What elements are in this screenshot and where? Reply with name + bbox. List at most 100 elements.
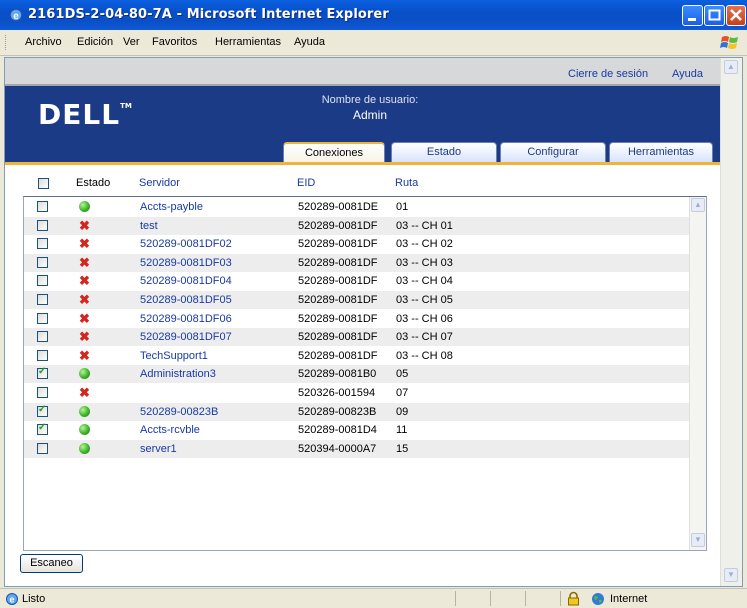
eid-cell: 520289-0081DF bbox=[298, 256, 378, 269]
username-value: Admin bbox=[352, 108, 387, 122]
menu-favoritos[interactable]: Favoritos bbox=[152, 36, 197, 48]
offline-status-icon: ✖ bbox=[79, 310, 90, 326]
eid-cell: 520289-0081DF bbox=[298, 238, 378, 251]
server-name-link[interactable]: 520289-0081DF05 bbox=[140, 294, 232, 306]
scroll-down-button[interactable]: ▼ bbox=[691, 533, 705, 547]
table-row[interactable]: ✖ test 520289-0081DF 03 -- CH 01 bbox=[24, 216, 689, 235]
row-checkbox[interactable] bbox=[37, 294, 48, 305]
row-checkbox[interactable] bbox=[37, 366, 48, 380]
route-cell: 05 bbox=[396, 368, 409, 381]
row-checkbox[interactable] bbox=[37, 404, 48, 417]
route-cell: 09 bbox=[396, 405, 409, 418]
row-checkbox[interactable] bbox=[37, 422, 48, 436]
status-text: Listo bbox=[22, 593, 46, 605]
tab-herramientas[interactable]: Herramientas bbox=[609, 142, 713, 162]
server-name-link[interactable]: test bbox=[140, 220, 158, 232]
status-separator bbox=[525, 591, 526, 606]
help-link[interactable]: Ayuda bbox=[672, 68, 703, 80]
eid-cell: 520289-0081DE bbox=[298, 201, 379, 213]
table-row[interactable]: 520289-00823B 520289-00823B 09 bbox=[24, 402, 689, 421]
route-cell: 01 bbox=[396, 201, 409, 213]
eid-cell: 520289-0081DF bbox=[298, 275, 378, 288]
logout-link[interactable]: Cierre de sesión bbox=[568, 68, 648, 80]
eid-cell: 520289-0081DF bbox=[298, 312, 378, 325]
table-row[interactable]: Accts-payble 520289-0081DE 01 bbox=[24, 198, 689, 216]
row-checkbox[interactable] bbox=[37, 387, 48, 398]
page-scroll-up-button[interactable]: ▲ bbox=[724, 60, 738, 74]
eid-cell: 520289-00823B bbox=[298, 405, 377, 418]
status-separator bbox=[455, 591, 456, 606]
server-name-link[interactable]: Accts-payble bbox=[140, 201, 203, 213]
header-route[interactable]: Ruta bbox=[395, 177, 418, 189]
table-row[interactable]: Administration3 520289-0081B0 05 bbox=[24, 365, 689, 384]
scan-button[interactable]: Escaneo bbox=[20, 554, 83, 573]
select-all-checkbox[interactable] bbox=[38, 178, 49, 189]
row-checkbox[interactable] bbox=[37, 349, 48, 361]
server-name-link[interactable]: Accts-rcvble bbox=[140, 424, 200, 436]
table-row[interactable]: ✖ 520289-0081DF04 520289-0081DF 03 -- CH 04 bbox=[24, 272, 689, 290]
eid-cell: 520289-0081D4 bbox=[298, 424, 377, 437]
route-cell: 03 -- CH 02 bbox=[396, 238, 453, 251]
eid-cell: 520289-0081DF bbox=[298, 294, 378, 306]
row-checkbox[interactable] bbox=[37, 312, 48, 324]
header-eid[interactable]: EID bbox=[297, 177, 315, 189]
menu-ayuda[interactable]: Ayuda bbox=[294, 36, 325, 48]
table-row[interactable]: Accts-rcvble 520289-0081D4 11 bbox=[24, 421, 689, 439]
row-checkbox[interactable] bbox=[37, 331, 48, 343]
eid-cell: 520289-0081DF bbox=[298, 331, 378, 344]
route-cell: 03 -- CH 06 bbox=[396, 312, 453, 325]
table-row[interactable]: ✖ 520289-0081DF03 520289-0081DF 03 -- CH 03 bbox=[24, 253, 689, 272]
header-banner: DELLTM Nombre de usuario: Admin bbox=[5, 86, 720, 142]
server-name-link[interactable]: 520289-0081DF03 bbox=[140, 257, 232, 269]
server-name-link[interactable]: TechSupport1 bbox=[140, 350, 208, 362]
route-cell: 03 -- CH 01 bbox=[396, 219, 453, 232]
table-row[interactable]: ✖ 520289-0081DF05 520289-0081DF 03 -- CH 05 bbox=[24, 291, 689, 309]
server-name-link[interactable]: 520289-0081DF06 bbox=[140, 313, 232, 325]
table-row[interactable]: ✖ 520326-001594 07 bbox=[24, 384, 689, 402]
menu-archivo[interactable]: Archivo bbox=[25, 36, 62, 48]
server-name-link[interactable]: Administration3 bbox=[140, 368, 216, 380]
server-name-link[interactable]: 520289-0081DF02 bbox=[140, 238, 232, 250]
menu-edicion[interactable]: Edición bbox=[77, 36, 113, 48]
maximize-button[interactable] bbox=[704, 5, 725, 26]
scroll-up-button[interactable]: ▲ bbox=[691, 198, 705, 212]
server-name-link[interactable]: server1 bbox=[140, 443, 177, 455]
eid-cell: 520326-001594 bbox=[298, 387, 376, 399]
tab-conexiones[interactable]: Conexiones bbox=[283, 142, 385, 162]
menu-ver[interactable]: Ver bbox=[123, 36, 140, 48]
toolbar-grip bbox=[5, 35, 9, 50]
offline-status-icon: ✖ bbox=[79, 329, 90, 345]
online-status-icon bbox=[79, 424, 91, 436]
row-checkbox[interactable] bbox=[37, 256, 48, 268]
route-cell: 03 -- CH 03 bbox=[396, 256, 453, 269]
table-scrollbar[interactable]: ▲ ▼ bbox=[689, 197, 706, 550]
table-row[interactable]: ✖ 520289-0081DF02 520289-0081DF 03 -- CH 02 bbox=[24, 235, 689, 253]
table-row[interactable]: server1 520394-0000A7 15 bbox=[24, 439, 689, 458]
route-cell: 03 -- CH 07 bbox=[396, 331, 453, 344]
row-checkbox[interactable] bbox=[37, 275, 48, 287]
tab-configurar[interactable]: Configurar bbox=[500, 142, 606, 162]
row-checkbox[interactable] bbox=[37, 442, 48, 454]
row-checkbox[interactable] bbox=[37, 238, 48, 250]
page-scroll-down-button[interactable]: ▼ bbox=[724, 568, 738, 582]
header-server[interactable]: Servidor bbox=[139, 177, 180, 189]
close-button[interactable] bbox=[726, 5, 746, 26]
menu-herramientas[interactable]: Herramientas bbox=[215, 36, 281, 48]
row-checkbox[interactable] bbox=[37, 201, 48, 212]
offline-status-icon: ✖ bbox=[79, 217, 90, 233]
tab-estado[interactable]: Estado bbox=[391, 142, 497, 162]
server-name-link[interactable]: 520289-00823B bbox=[140, 406, 218, 418]
server-name-link[interactable]: 520289-0081DF07 bbox=[140, 331, 232, 343]
offline-status-icon: ✖ bbox=[79, 292, 90, 307]
row-checkbox[interactable] bbox=[37, 219, 48, 231]
eid-cell: 520289-0081DF bbox=[298, 219, 378, 232]
offline-status-icon: ✖ bbox=[79, 273, 90, 289]
server-name-link[interactable]: 520289-0081DF04 bbox=[140, 275, 232, 287]
menu-bar: Archivo Edición Ver Favoritos Herramient… bbox=[0, 30, 747, 56]
minimize-button[interactable] bbox=[682, 5, 703, 26]
table-row[interactable]: ✖ TechSupport1 520289-0081DF 03 -- CH 08 bbox=[24, 347, 689, 365]
table-row[interactable]: ✖ 520289-0081DF07 520289-0081DF 03 -- CH 07 bbox=[24, 328, 689, 347]
page-scrollbar[interactable]: ▲ ▼ bbox=[720, 58, 742, 586]
table-row[interactable]: ✖ 520289-0081DF06 520289-0081DF 03 -- CH 06 bbox=[24, 310, 689, 328]
minimize-icon bbox=[688, 18, 696, 21]
